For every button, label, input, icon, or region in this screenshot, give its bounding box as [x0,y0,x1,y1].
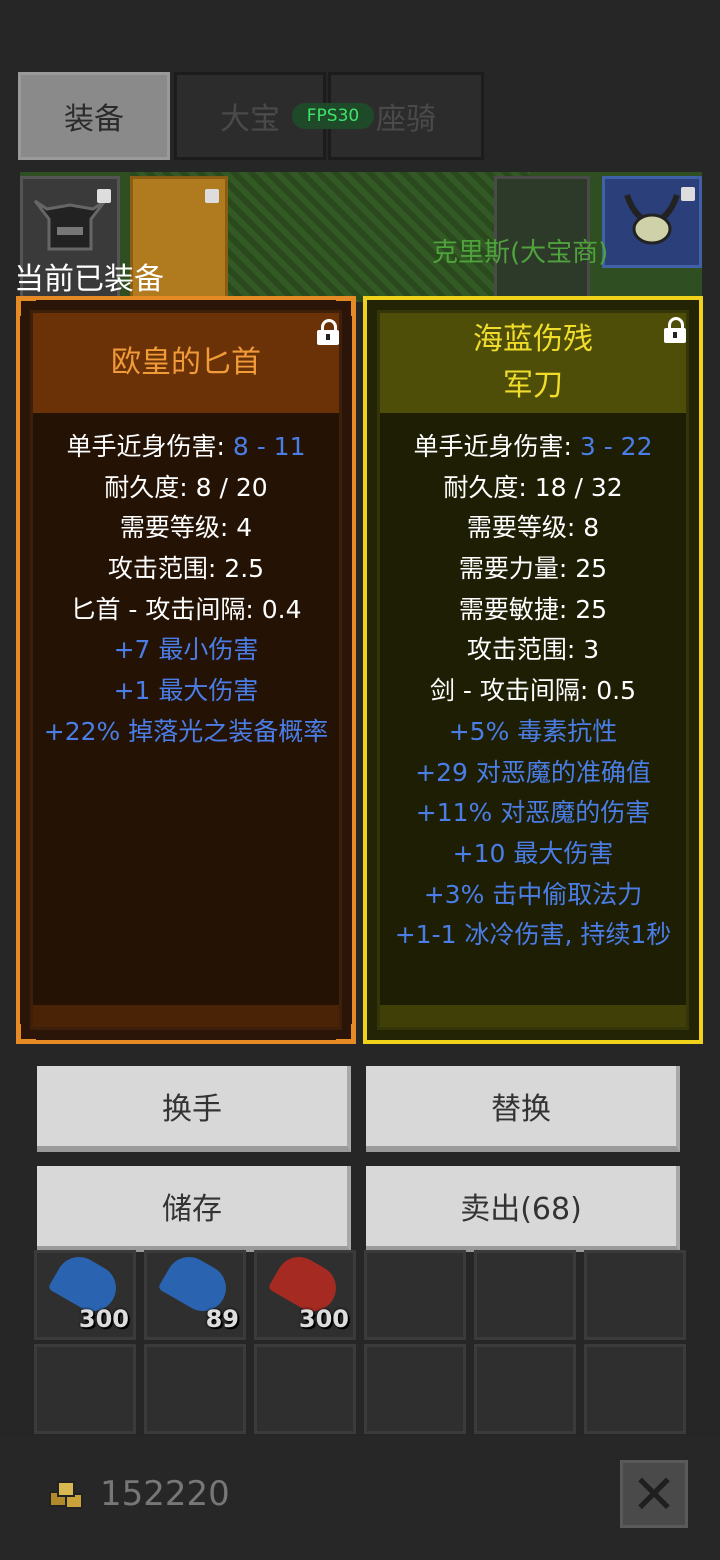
gold-amount: 152220 [100,1474,230,1514]
inventory-slot[interactable] [584,1344,686,1434]
stat-value: 3 - 22 [579,432,653,461]
sell-button[interactable]: 卖出(68) [366,1166,680,1252]
stat-label: +22% 掉落光之装备概率 [43,716,329,746]
item-title: 欧皇的匕首 [33,313,339,413]
stat-label: +1-1 冰冷伤害, 持续1秒 [394,920,672,950]
stat-label: 耐久度: 8 / 20 [104,472,268,502]
stat-label: +10 最大伤害 [452,838,614,868]
gold-coins-icon [49,1481,83,1509]
stat-line: 攻击范围: 2.5 [33,549,339,590]
stat-line: 需要等级: 8 [380,508,686,549]
stat-line: 剑 - 攻击间隔: 0.5 [380,671,686,712]
item-stats: 单手近身伤害: 3 - 22 耐久度: 18 / 32 需要等级: 8 需要力量: 2… [380,427,686,956]
inventory-slot[interactable] [364,1250,466,1340]
stat-line: +7 最小伤害 [33,630,339,671]
stat-line: +29 对恶魔的准确值 [380,753,686,794]
tab-equipment[interactable]: 装备 [18,72,170,160]
inventory-slot[interactable] [144,1344,246,1434]
item-stats: 单手近身伤害: 8 - 11 耐久度: 8 / 20 需要等级: 4 攻击范围: 2.… [33,427,339,753]
stat-line: +22% 掉落光之装备概率 [33,712,339,753]
stat-line: 攻击范围: 3 [380,630,686,671]
stat-label: 需要等级: 8 [466,513,600,543]
stat-label: 匕首 - 攻击间隔: 0.4 [70,594,302,624]
amulet-slot[interactable] [602,176,702,268]
stat-label: 攻击范围: 3 [466,635,600,665]
stat-line: 需要等级: 4 [33,508,339,549]
inventory-slot[interactable] [254,1344,356,1434]
stat-value: 8 - 11 [232,432,306,461]
stat-label: 需要力量: 25 [458,554,608,584]
inventory-slot[interactable]: 300 [34,1248,136,1340]
replace-button[interactable]: 替换 [366,1066,680,1152]
item-name-line: 欧皇的匕首 [111,345,261,380]
stat-line: +5% 毒素抗性 [380,712,686,753]
inventory-slot[interactable] [474,1344,576,1434]
stat-line: +10 最大伤害 [380,834,686,875]
inventory-slot[interactable] [364,1344,466,1434]
stat-label: 需要等级: 4 [119,513,253,543]
stat-line: +11% 对恶魔的伤害 [380,793,686,834]
lock-icon [97,189,111,203]
stat-label: 剑 - 攻击间隔: 0.5 [429,676,637,706]
stat-line: 单手近身伤害: 3 - 22 [380,427,686,468]
lock-icon[interactable] [664,317,686,343]
inventory-slot[interactable]: 300 [254,1248,356,1340]
lock-icon[interactable] [317,319,339,345]
stat-label: 需要敏捷: 25 [458,594,608,624]
item-name-line: 军刀 [503,368,563,403]
stat-line: 需要力量: 25 [380,549,686,590]
item-quantity: 89 [205,1305,239,1333]
stat-line: 匕首 - 攻击间隔: 0.4 [33,590,339,631]
stat-label: +5% 毒素抗性 [448,716,618,746]
stat-label: +29 对恶魔的准确值 [415,757,651,787]
store-button[interactable]: 储存 [37,1166,351,1252]
stat-label: +1 最大伤害 [113,676,259,706]
stat-label: 单手近身伤害: [66,432,233,461]
stat-line: 单手近身伤害: 8 - 11 [33,427,339,468]
inventory-slot[interactable]: 89 [144,1248,246,1340]
close-icon: ✕ [631,1462,677,1526]
npc-name: 克里斯(大宝商) [432,238,609,268]
close-button[interactable]: ✕ [620,1460,688,1528]
stat-label: +11% 对恶魔的伤害 [415,798,651,828]
lock-icon [205,189,219,203]
swap-hand-button[interactable]: 换手 [37,1066,351,1152]
inventory-slot[interactable] [34,1344,136,1434]
stat-line: +3% 击中偷取法力 [380,875,686,916]
equipped-label: 当前已装备 [14,262,164,297]
inventory-slot[interactable] [474,1250,576,1340]
item-quantity: 300 [298,1305,349,1333]
item-name-line: 海蓝伤残 [473,322,593,357]
stat-line: +1-1 冰冷伤害, 持续1秒 [380,915,686,956]
equipped-item-card: 欧皇的匕首 单手近身伤害: 8 - 11 耐久度: 8 / 20 需要等级: 4 攻击… [16,296,356,1044]
stat-line: 耐久度: 18 / 32 [380,468,686,509]
stat-line: 需要敏捷: 25 [380,590,686,631]
item-quantity: 300 [78,1305,129,1333]
stat-label: 单手近身伤害: [413,432,580,461]
stat-label: 攻击范围: 2.5 [107,554,265,584]
stat-line: 耐久度: 8 / 20 [33,468,339,509]
item-title: 海蓝伤残 军刀 [380,313,686,413]
stat-line: +1 最大伤害 [33,671,339,712]
lock-icon [681,187,695,201]
inventory-slot[interactable] [584,1250,686,1340]
stat-label: +7 最小伤害 [113,635,259,665]
stat-label: +3% 击中偷取法力 [423,879,643,909]
fps-badge: FPS30 [292,103,374,129]
compare-item-card: 海蓝伤残 军刀 单手近身伤害: 3 - 22 耐久度: 18 / 32 需要等级: … [363,296,703,1044]
stat-label: 耐久度: 18 / 32 [443,472,623,502]
